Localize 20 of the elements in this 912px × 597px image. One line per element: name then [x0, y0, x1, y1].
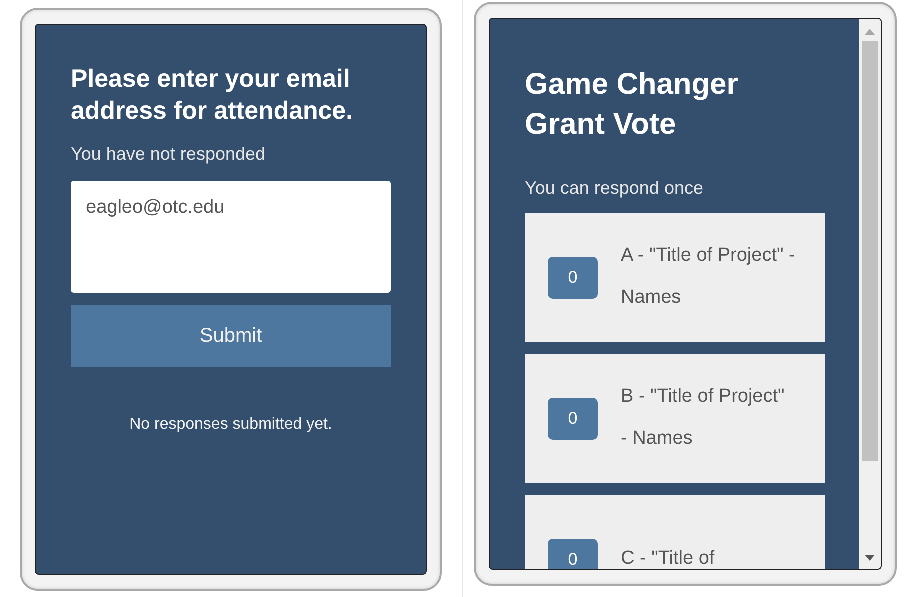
submit-button[interactable]: Submit — [71, 305, 391, 367]
option-card[interactable]: 0 C - "Title of — [525, 495, 825, 569]
option-card[interactable]: 0 A - "Title of Project" - Names — [525, 213, 825, 342]
option-label: C - "Title of — [621, 546, 716, 569]
scroll-thumb[interactable] — [862, 41, 878, 461]
footer-text: No responses submitted yet. — [128, 416, 334, 434]
panel-title: Please enter your email address for attendance. — [71, 64, 354, 127]
status-text: You can respond once — [525, 178, 704, 199]
count-badge: 0 — [548, 538, 598, 569]
email-field[interactable]: eagleo@otc.edu — [71, 181, 391, 293]
option-label: A - "Title of Project" - Names — [621, 244, 796, 310]
status-text: You have not responded — [71, 144, 267, 165]
scroll-up-icon[interactable] — [865, 29, 875, 35]
option-label: B - "Title of Project" - Names — [621, 384, 786, 450]
scroll-down-icon[interactable] — [865, 555, 875, 561]
option-card[interactable]: 0 B - "Title of Project" - Names — [525, 354, 825, 483]
scrollbar[interactable] — [859, 19, 881, 569]
count-badge: 0 — [548, 256, 598, 298]
panel-title: Game Changer Grant Vote — [525, 67, 740, 143]
count-badge: 0 — [548, 398, 598, 440]
